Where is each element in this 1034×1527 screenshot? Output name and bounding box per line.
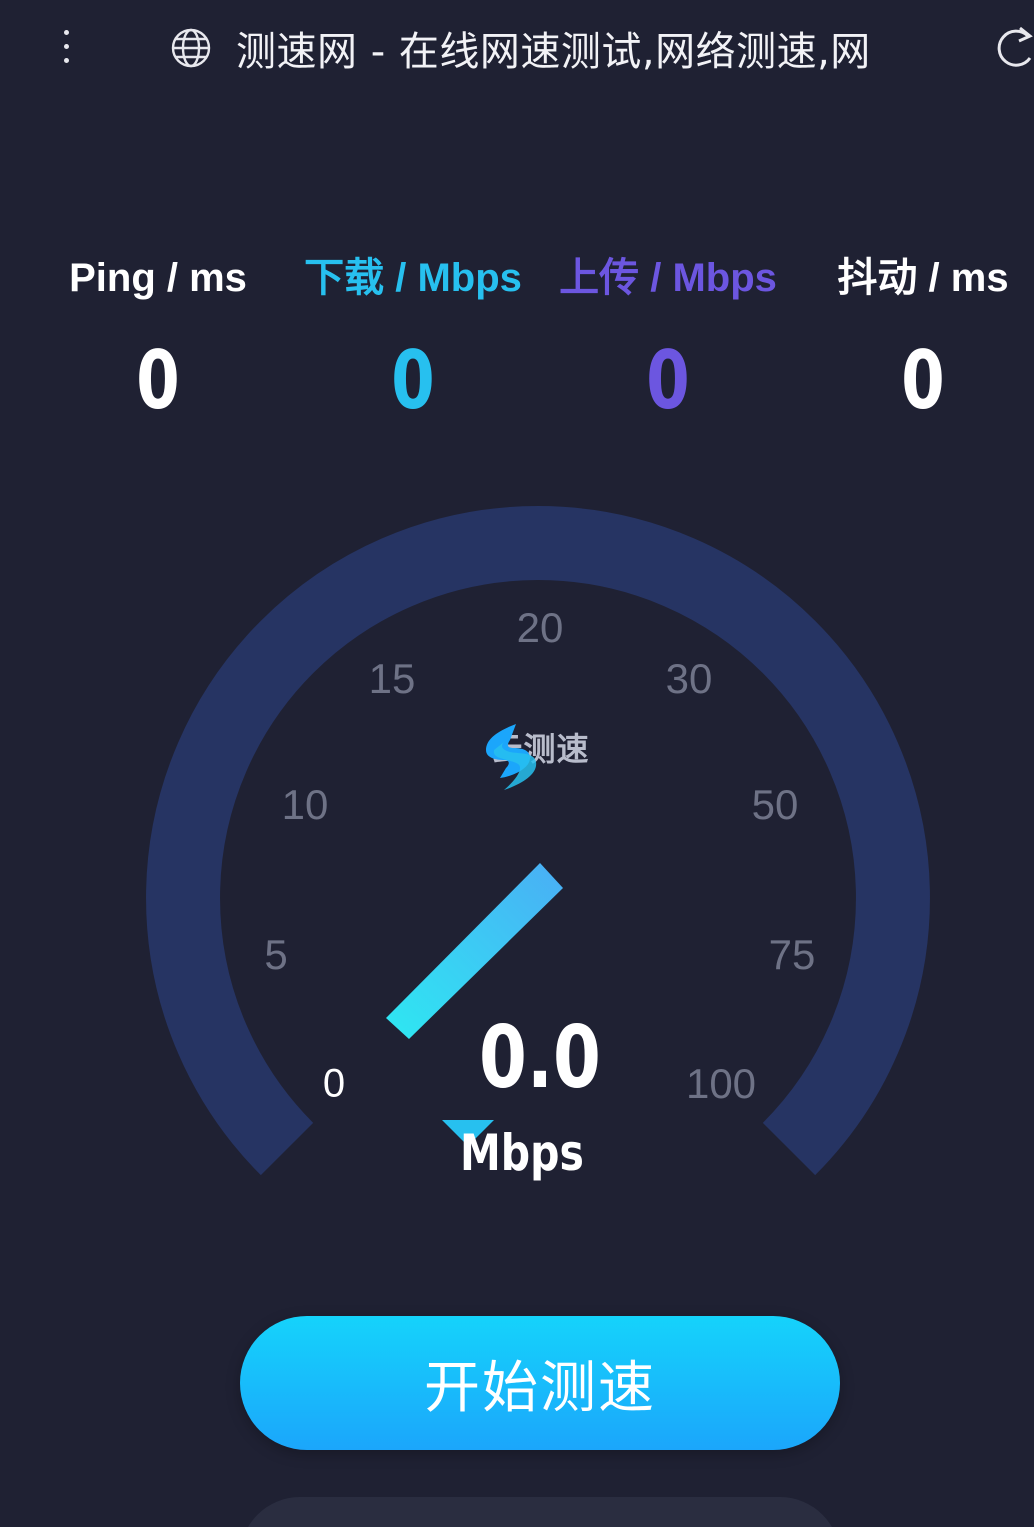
- refresh-icon: [997, 26, 1033, 67]
- gauge-tick: 15: [368, 655, 416, 702]
- menu-dot-icon: [63, 29, 69, 35]
- more-menu-button[interactable]: [44, 20, 88, 72]
- gauge-tick: 0: [322, 1061, 346, 1106]
- metric-label: Ping / ms: [69, 256, 247, 300]
- page-title-bar[interactable]: 测速网 - 在线网速测试,网络测速,网: [170, 22, 922, 74]
- metric-label: 下载 / Mbps: [304, 256, 522, 300]
- refresh-button[interactable]: [990, 24, 1034, 72]
- metric-ping: Ping / ms 0: [30, 245, 286, 423]
- brand-logo: 云测速: [470, 720, 610, 790]
- menu-dot-icon: [63, 57, 69, 63]
- metric-upload: 上传 / Mbps 0: [540, 245, 796, 423]
- browser-toolbar: 测速网 - 在线网速测试,网络测速,网: [0, 0, 1034, 96]
- gauge-tick: 75: [768, 931, 816, 978]
- brand-s-icon: [486, 724, 537, 790]
- bottom-panel: [240, 1497, 840, 1527]
- metric-value: 0: [646, 334, 690, 427]
- speedtest-page: 测速网 - 在线网速测试,网络测速,网 Ping / ms 0 下载 / Mbp…: [0, 0, 1034, 1527]
- metric-label: 抖动 / ms: [837, 256, 1009, 300]
- page-title: 测速网 - 在线网速测试,网络测速,网: [236, 29, 871, 74]
- gauge-tick: 50: [751, 781, 799, 828]
- gauge-tick: 100: [685, 1060, 757, 1107]
- current-speed: 0.0: [479, 1008, 601, 1108]
- menu-dot-icon: [63, 43, 69, 49]
- gauge-tick: 5: [264, 931, 288, 978]
- metric-value: 0: [136, 334, 180, 427]
- gauge-tick: 20: [516, 604, 564, 651]
- gauge-tick: 30: [665, 655, 713, 702]
- metric-value: 0: [391, 334, 435, 427]
- metric-download: 下载 / Mbps 0: [285, 245, 541, 423]
- metric-jitter: 抖动 / ms 0: [795, 245, 1034, 423]
- gauge-tick: 10: [281, 781, 329, 828]
- metric-value: 0: [901, 334, 945, 427]
- gauge-graphic: [146, 506, 930, 1176]
- unit-row: Mbps: [440, 1118, 611, 1188]
- start-test-button[interactable]: 开始测速: [240, 1316, 840, 1450]
- speed-unit: Mbps: [460, 1124, 584, 1182]
- globe-icon: [171, 28, 211, 68]
- metric-label: 上传 / Mbps: [559, 256, 777, 300]
- speed-gauge: 0 5 10 15 20 30 50 75 100 云测速 0.0 Mbps: [0, 470, 1034, 1230]
